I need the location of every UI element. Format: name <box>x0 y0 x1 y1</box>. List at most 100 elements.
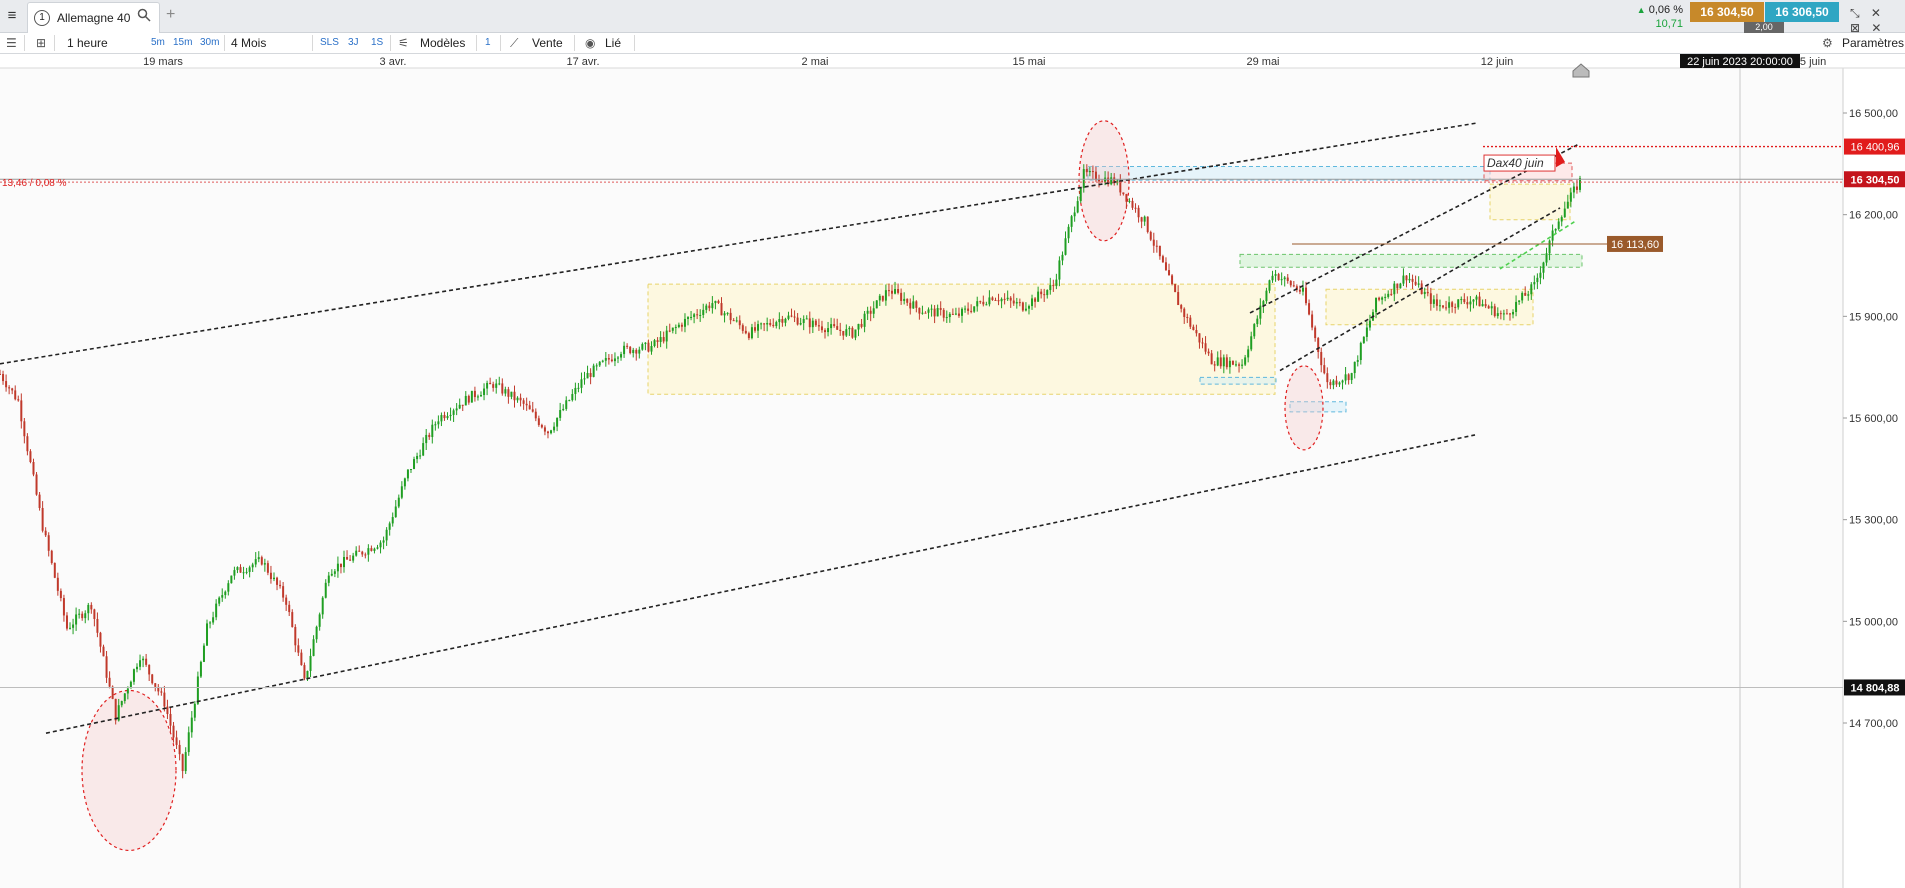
candle-body <box>1125 194 1128 202</box>
candle-body <box>546 431 549 434</box>
candle-body <box>796 317 799 325</box>
window-controls[interactable]: ⤡ ✕ ⊠ ✕ <box>1850 6 1905 35</box>
candle-body <box>741 325 744 331</box>
sls-button[interactable]: SLS <box>320 33 339 53</box>
candle-body <box>416 455 419 460</box>
timeframe-30m[interactable]: 30m <box>200 33 219 53</box>
candle-body <box>887 290 890 292</box>
models-icon[interactable]: ⚟ <box>398 33 409 53</box>
candle-body <box>382 540 385 543</box>
candle-body <box>47 535 50 551</box>
candle-body <box>884 290 887 301</box>
candle-body <box>954 313 957 315</box>
candle-body <box>799 323 802 325</box>
resistance-zone-blue <box>1087 166 1491 181</box>
candle-body <box>425 434 428 444</box>
candle-body <box>1481 304 1484 307</box>
candle-body <box>1289 280 1292 286</box>
candle-body <box>1423 291 1426 295</box>
timeframe-select[interactable]: 1 heure <box>67 33 108 53</box>
candle-body <box>781 319 784 323</box>
candle-body <box>20 400 23 422</box>
candle-body <box>361 551 364 555</box>
candle-body <box>35 474 38 495</box>
candle-body <box>1484 304 1487 307</box>
candle-body <box>550 430 553 434</box>
list-icon[interactable]: ☰ <box>6 33 17 53</box>
candle-body <box>169 713 172 726</box>
candle-body <box>196 676 199 704</box>
candle-body <box>242 572 245 574</box>
candle-body <box>233 570 236 576</box>
candle-body <box>120 701 123 706</box>
candle-body <box>1082 169 1085 189</box>
linked-button[interactable]: Lié <box>605 33 621 53</box>
candle-body <box>333 571 336 574</box>
one-week-button[interactable]: 1S <box>371 33 383 53</box>
chart-tab[interactable]: 1 Allemagne 40 <box>27 2 160 33</box>
candle-body <box>1046 290 1049 296</box>
candle-body <box>1186 316 1189 318</box>
sell-price-button[interactable]: 16 304,50 <box>1690 2 1764 22</box>
candle-body <box>324 582 327 598</box>
candle-body <box>443 415 446 419</box>
candle-body <box>388 523 391 530</box>
candle-body <box>1149 231 1152 240</box>
candle-body <box>1384 296 1387 298</box>
search-icon[interactable] <box>137 8 151 25</box>
candle-body <box>370 548 373 551</box>
candle-body <box>163 692 166 707</box>
link-icon[interactable]: ◉ <box>585 33 595 53</box>
one-button[interactable]: 1 <box>485 33 491 53</box>
candle-body <box>44 530 47 536</box>
candle-body <box>951 313 954 315</box>
timeframe-15m[interactable]: 15m <box>173 33 192 53</box>
candle-body <box>604 358 607 361</box>
candle-body <box>269 572 272 580</box>
candle-body <box>1329 382 1332 386</box>
candle-body <box>869 310 872 314</box>
candle-body <box>836 326 839 330</box>
candle-body <box>498 383 501 385</box>
settings-button[interactable]: Paramètres <box>1842 33 1904 53</box>
gear-icon[interactable]: ⚙ <box>1822 33 1833 53</box>
candle-body <box>1533 282 1536 285</box>
period-select[interactable]: 4 Mois <box>231 33 266 53</box>
menu-icon[interactable]: ≡ <box>2 5 22 27</box>
candle-body <box>559 410 562 418</box>
candle-body <box>881 295 884 301</box>
candle-body <box>1344 374 1347 381</box>
candle-body <box>385 529 388 541</box>
candle-body <box>1438 305 1441 307</box>
candle-body <box>967 308 970 311</box>
candle-body <box>890 290 893 294</box>
price-chart[interactable]: 19 mars 3 avr. 17 avr. 2 mai 15 mai 29 mai 12 … <box>0 54 1905 888</box>
candle-body <box>1301 287 1304 292</box>
layout-icon[interactable]: ⊞ <box>36 33 46 53</box>
candle-body <box>543 427 546 432</box>
buy-price-button[interactable]: 16 306,50 <box>1765 2 1839 22</box>
candle-body <box>1280 279 1283 281</box>
sell-button[interactable]: Vente <box>532 33 563 53</box>
candle-body <box>665 330 668 342</box>
timeframe-5m[interactable]: 5m <box>151 33 165 53</box>
candle-body <box>1487 306 1490 309</box>
three-day-button[interactable]: 3J <box>348 33 359 53</box>
candle-body <box>1180 305 1183 309</box>
candle-body <box>1548 240 1551 254</box>
add-tab-button[interactable]: + <box>166 6 175 24</box>
candle-body <box>833 324 836 327</box>
sell-line-icon[interactable]: ⟋ <box>510 33 518 53</box>
chart-area[interactable]: 19 mars 3 avr. 17 avr. 2 mai 15 mai 29 mai 12 … <box>0 54 1905 888</box>
candle-body <box>775 322 778 327</box>
price-tick-label: 15 300,00 <box>1849 515 1898 527</box>
models-button[interactable]: Modèles <box>420 33 465 53</box>
candle-body <box>924 312 927 314</box>
candle-body <box>985 304 988 306</box>
candle-body <box>753 327 756 331</box>
candle-body <box>297 645 300 653</box>
quote-panel: ▲ 0,06 % 10,71 16 304,50 16 306,50 2,00 <box>1623 1 1883 33</box>
candle-body <box>1244 357 1247 365</box>
candle-body <box>400 486 403 498</box>
candle-body <box>577 387 580 389</box>
